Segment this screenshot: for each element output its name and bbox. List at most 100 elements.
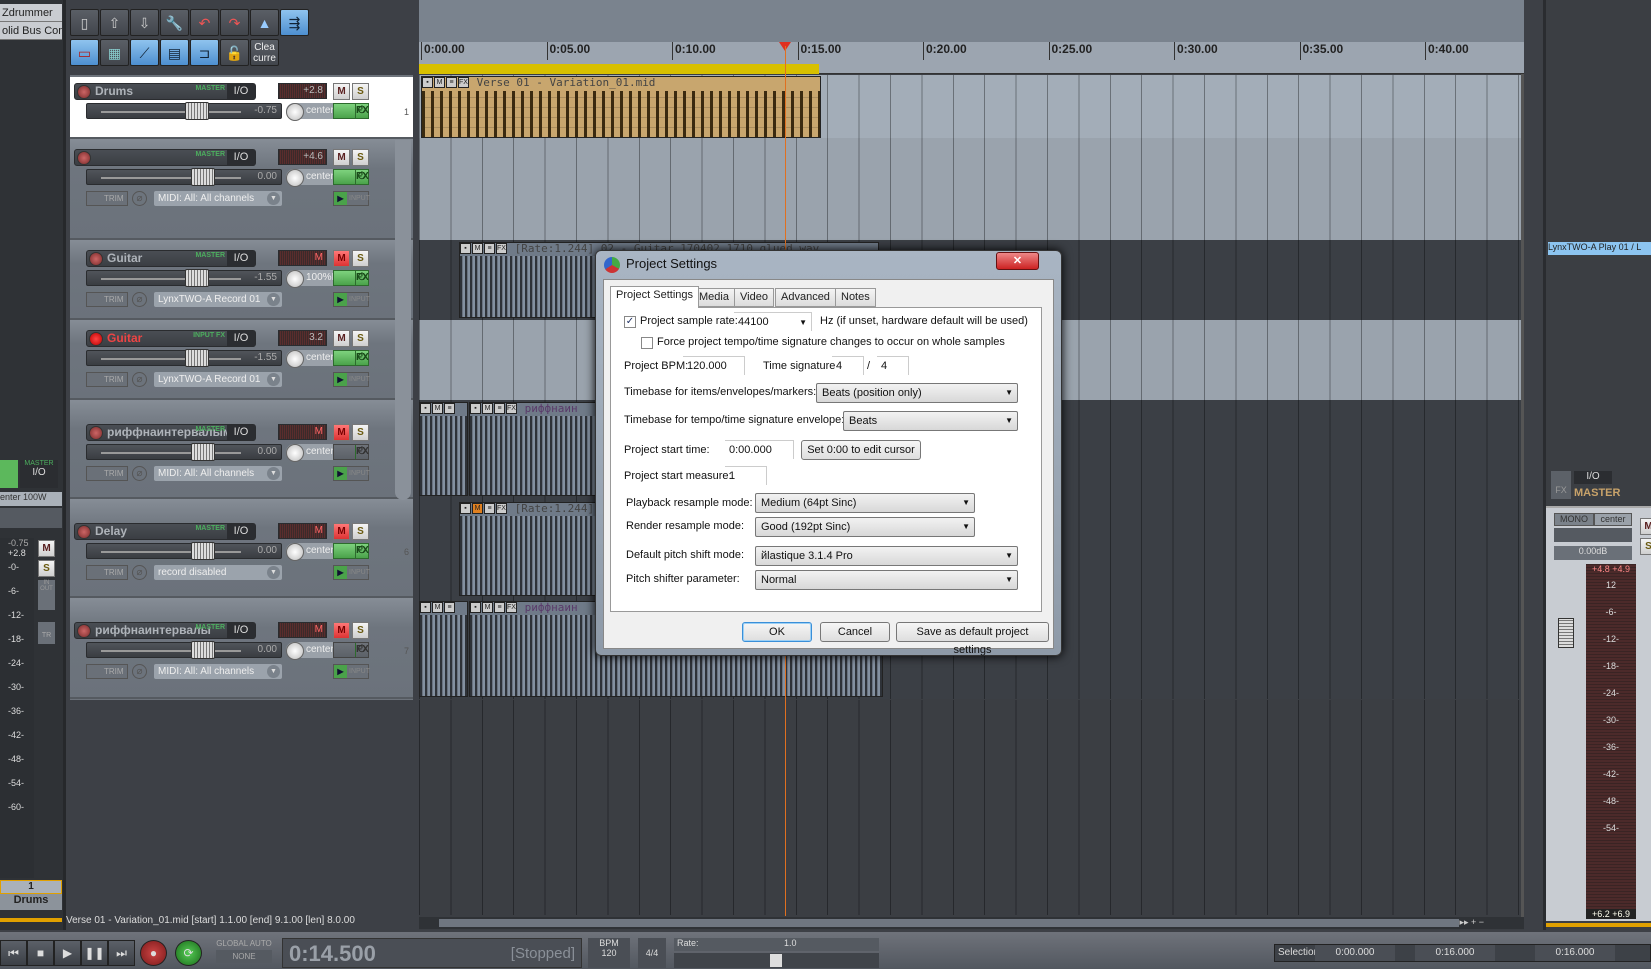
preferences-icon[interactable]: 🔧 xyxy=(160,9,189,36)
phase-invert-icon[interactable]: ⌀ xyxy=(132,664,147,679)
fx-button[interactable]: FX ⏻ xyxy=(333,169,369,185)
track-name-field[interactable]: риффнаинтервалым MASTER I/O xyxy=(86,424,256,441)
pause-icon[interactable]: ❚❚ xyxy=(81,940,108,966)
io-button[interactable]: I/O xyxy=(227,331,255,346)
mute-button[interactable]: M xyxy=(333,83,350,100)
input-select[interactable]: record disabled ▼ xyxy=(154,565,282,580)
mute-item-icon[interactable]: M xyxy=(434,77,445,88)
grid-icon[interactable]: ▦ xyxy=(100,39,129,66)
record-arm-button[interactable] xyxy=(89,426,103,440)
bpm-field[interactable]: 120.000 xyxy=(683,356,745,375)
input-monitor-button[interactable]: ▶ INPUT xyxy=(333,466,370,481)
start-time-field[interactable]: 0:00.000 xyxy=(725,440,794,459)
solo-button[interactable]: S xyxy=(352,250,369,267)
input-monitor-button[interactable]: ▶ INPUT xyxy=(333,565,370,580)
fx-bypass-icon[interactable]: ⏻ xyxy=(355,544,368,558)
mute-button[interactable]: M xyxy=(333,622,350,639)
pan-knob[interactable]: 100%L xyxy=(286,270,337,288)
track-meter[interactable]: M xyxy=(278,622,327,638)
fx-button[interactable]: FX ⏻ xyxy=(333,350,369,366)
volume-fader[interactable]: 0.00 xyxy=(86,542,282,560)
input-monitor-button[interactable]: ▶ INPUT xyxy=(333,191,370,206)
mute-button[interactable]: M xyxy=(38,540,55,557)
midi-item[interactable]: ▪ M ≡ FX Verse 01 - Variation_01.mid xyxy=(421,76,821,138)
track-name-field[interactable]: MASTER I/O xyxy=(74,149,256,166)
fx-button[interactable]: FX ⏻ xyxy=(333,444,369,460)
pan-knob[interactable]: center xyxy=(286,444,336,462)
selection-start[interactable]: 0:00.000 xyxy=(1315,945,1395,961)
auto-crossfade-icon[interactable]: ⇶ xyxy=(280,9,309,36)
locking-icon[interactable]: ⊐ xyxy=(190,39,219,66)
clear-cursor-button[interactable]: Clea curre xyxy=(250,39,279,66)
timebase-items-dropdown[interactable]: Beats (position only) xyxy=(816,383,1018,403)
rate-slider[interactable] xyxy=(674,953,879,968)
trim-button[interactable]: TR xyxy=(38,622,55,644)
master-mute-button[interactable]: M xyxy=(1640,518,1651,535)
tab-project-settings[interactable]: Project Settings xyxy=(610,286,700,308)
solo-button[interactable]: S xyxy=(352,622,369,639)
mute-button[interactable]: M xyxy=(333,523,350,540)
phase-invert-icon[interactable]: ⌀ xyxy=(132,292,147,307)
new-project-icon[interactable]: ▯ xyxy=(70,9,99,36)
snap-icon[interactable]: ▤ xyxy=(160,39,189,66)
monitor-button[interactable]: IN OUT xyxy=(38,580,55,610)
mute-button[interactable]: M xyxy=(333,250,350,267)
record-icon[interactable]: ● xyxy=(140,940,167,966)
pan-width-display[interactable]: enter 100W xyxy=(0,492,62,506)
input-monitor-button[interactable]: ▶ INPUT xyxy=(333,664,370,679)
track-meter[interactable]: M xyxy=(278,523,327,539)
trim-button[interactable]: TRIM xyxy=(86,191,128,206)
go-to-start-icon[interactable]: ⏮ xyxy=(0,940,27,966)
metronome-icon[interactable]: ▲ xyxy=(250,9,279,36)
tab-media[interactable]: Media xyxy=(693,288,735,307)
tab-advanced[interactable]: Advanced xyxy=(775,288,836,307)
volume-fader[interactable]: -1.55 xyxy=(86,269,282,287)
tab-video[interactable]: Video xyxy=(734,288,774,307)
stop-icon[interactable]: ■ xyxy=(27,940,54,966)
track-1[interactable]: Drums MASTER I/O +2.8 M S -0.75 center FX ⏻ 1 xyxy=(70,77,413,139)
play-icon[interactable]: ▶ xyxy=(54,940,81,966)
track-name-field[interactable]: риффнаинтервалы MASTER I/O xyxy=(74,622,256,639)
fx-bypass-icon[interactable]: ⏻ xyxy=(355,170,368,184)
pan-knob[interactable]: center xyxy=(286,103,336,121)
io-button[interactable]: I/O xyxy=(227,150,255,165)
sample-rate-checkbox[interactable]: ✓ xyxy=(624,316,636,328)
bpm-display[interactable]: BPM 120 xyxy=(588,938,630,968)
track-7[interactable]: риффнаинтервалы MASTER I/O M M S 0.00 center FX ⏻… xyxy=(70,598,413,699)
ok-button[interactable]: OK xyxy=(742,622,812,642)
envelope-points-icon[interactable]: ⟋ xyxy=(130,39,159,66)
mono-button[interactable]: MONO xyxy=(1554,513,1594,526)
master-io-button[interactable]: I/O xyxy=(1574,471,1612,484)
fx-button[interactable]: FX ⏻ xyxy=(333,103,369,119)
close-button[interactable]: ✕ xyxy=(996,252,1039,270)
redo-icon[interactable]: ↷ xyxy=(220,9,249,36)
save-default-button[interactable]: Save as default project settings xyxy=(896,622,1049,656)
input-select[interactable]: MIDI: All: All channels ▼ xyxy=(154,664,282,679)
ripple-edit-icon[interactable]: ▭ xyxy=(70,39,99,66)
track-lane[interactable] xyxy=(419,138,1524,240)
selection-length[interactable]: 0:16.000 xyxy=(1535,945,1615,961)
input-select[interactable]: MIDI: All: All channels ▼ xyxy=(154,466,282,481)
fx-bypass-icon[interactable]: ⏻ xyxy=(355,351,368,365)
time-signature-numerator[interactable]: 4 xyxy=(832,356,864,375)
master-pan[interactable]: center xyxy=(1594,513,1632,526)
phase-invert-icon[interactable]: ⌀ xyxy=(132,466,147,481)
time-selection[interactable] xyxy=(419,64,819,74)
solo-button[interactable]: S xyxy=(352,83,369,100)
master-fx-button[interactable]: FX xyxy=(1551,471,1571,499)
input-select[interactable]: LynxTWO-A Record 01 ▼ xyxy=(154,292,282,307)
audio-item[interactable]: ▪ M ≡ xyxy=(419,402,468,496)
input-select[interactable]: MIDI: All: All channels ▼ xyxy=(154,191,282,206)
fx-bypass-icon[interactable]: ⏻ xyxy=(355,271,368,285)
track-4[interactable]: Guitar INPUT FX I/O 3.2 M S -1.55 center FX ⏻ TRIM… xyxy=(70,320,413,400)
go-to-end-icon[interactable]: ⏭ xyxy=(108,940,135,966)
vertical-scrollbar[interactable] xyxy=(1521,74,1524,919)
fx-button[interactable]: FX ⏻ xyxy=(333,270,369,286)
io-button[interactable]: I/O xyxy=(227,84,255,99)
start-measure-field[interactable]: 1 xyxy=(725,466,767,485)
pan-knob[interactable]: center xyxy=(286,350,336,368)
sample-rate-combo[interactable]: 44100 ▼ xyxy=(734,312,812,331)
track-5[interactable]: риффнаинтервалым MASTER I/O M M S 0.00 center FX… xyxy=(70,400,413,499)
force-tempo-checkbox[interactable] xyxy=(641,337,653,349)
solo-button[interactable]: S xyxy=(352,523,369,540)
